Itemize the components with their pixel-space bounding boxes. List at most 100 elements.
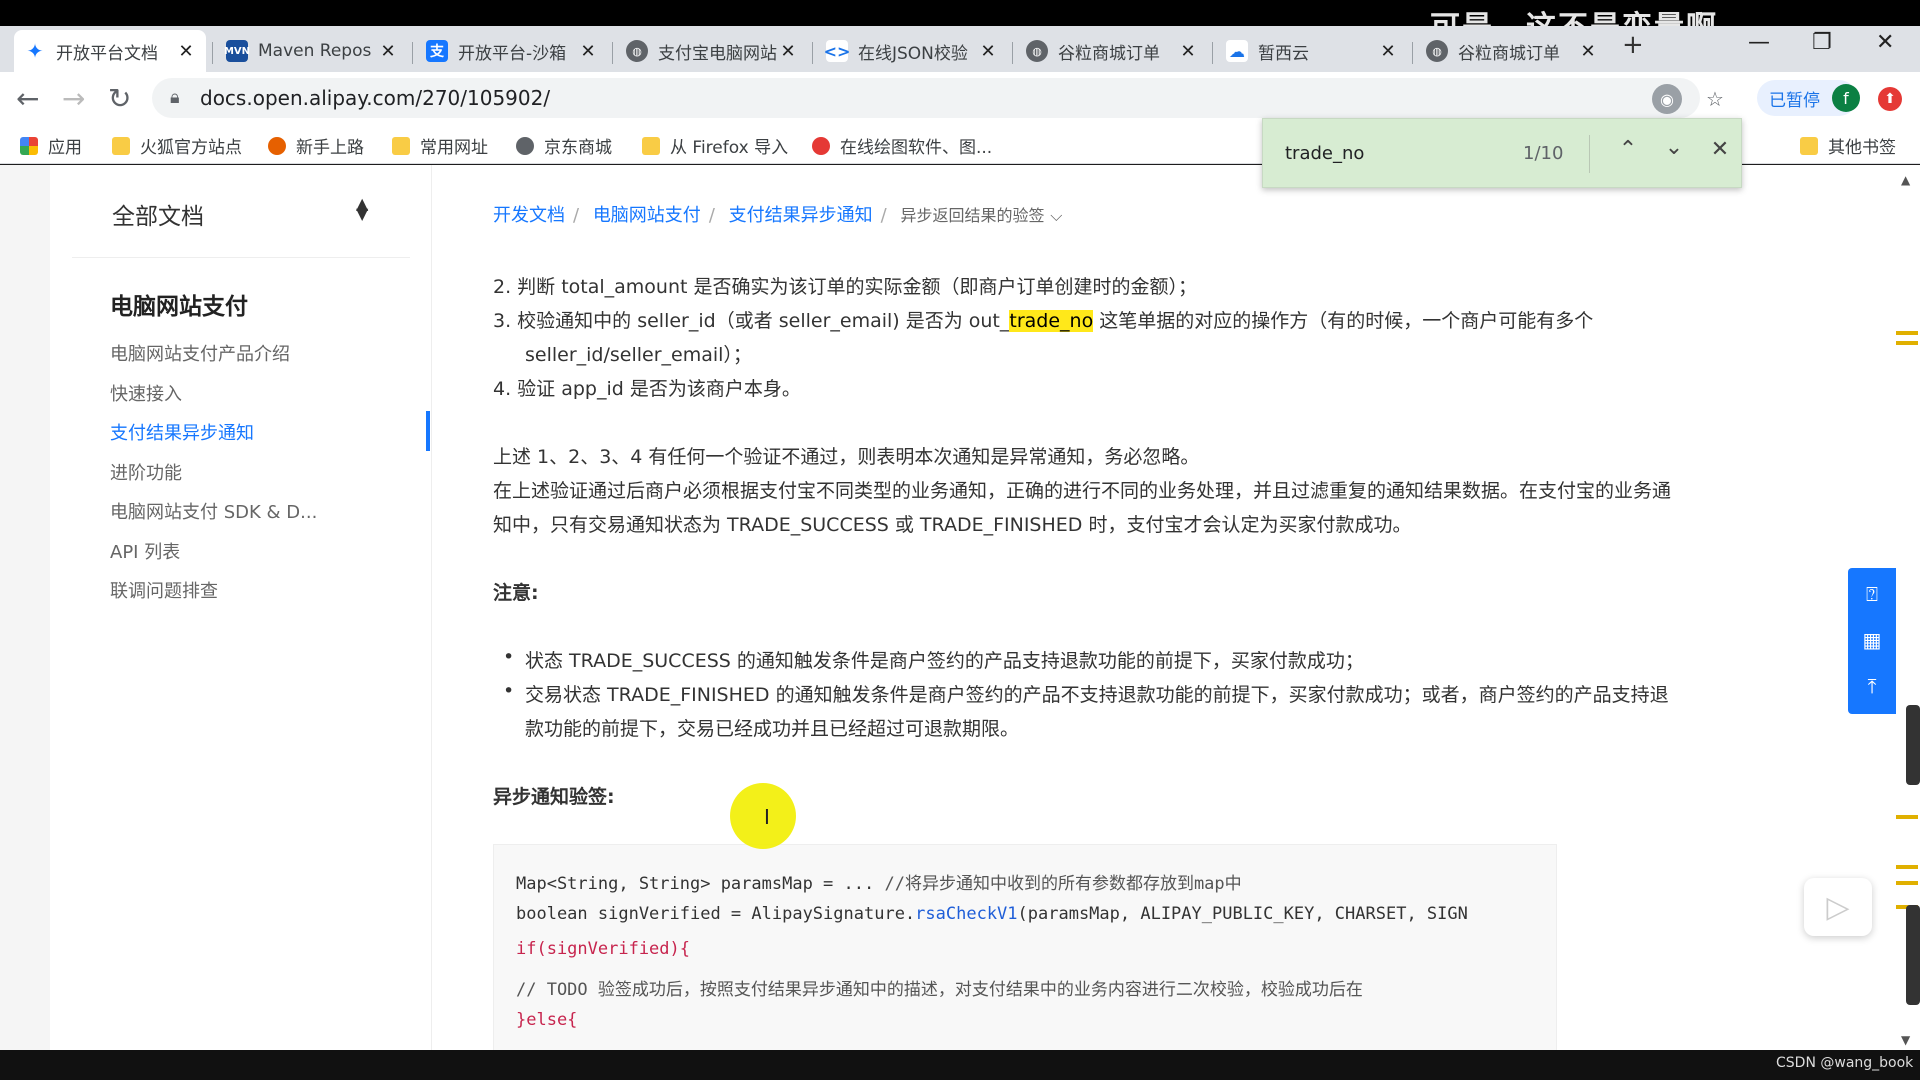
bookmark-getting-started[interactable]: 新手上路 bbox=[268, 133, 364, 158]
breadcrumb: 开发文档 / 电脑网站支付 / 支付结果异步通知 / 异步返回结果的验签 ⌵ bbox=[493, 201, 1073, 227]
search-lens-icon[interactable]: ◉ bbox=[1652, 84, 1682, 114]
watermark: CSDN @wang_book bbox=[1776, 1055, 1914, 1071]
breadcrumb-link[interactable]: 电脑网站支付 bbox=[593, 205, 701, 226]
breadcrumb-link[interactable]: 支付结果异步通知 bbox=[729, 205, 873, 226]
folder-icon bbox=[1800, 136, 1818, 155]
check-item-2: 2. 判断 total_amount 是否确实为该订单的实际金额（即商户订单创建… bbox=[493, 276, 1198, 298]
code-line: if(signVerified){ bbox=[516, 939, 690, 959]
alipay-icon: 支 bbox=[426, 40, 448, 62]
profile-avatar[interactable]: f bbox=[1832, 84, 1860, 112]
forward-arrow-icon[interactable]: → bbox=[62, 82, 85, 115]
tab-alipay-docs[interactable]: ✦ 开放平台文档 ✕ bbox=[14, 30, 206, 72]
reload-icon[interactable]: ↻ bbox=[108, 82, 131, 115]
qr-code-icon[interactable]: ▦ bbox=[1860, 628, 1884, 652]
bookmark-jd[interactable]: 京东商城 bbox=[516, 133, 612, 158]
find-input[interactable]: trade_no bbox=[1285, 143, 1364, 164]
paragraph: 在上述验证通过后商户必须根据支付宝不同类型的业务通知，正确的进行不同的业务处理，… bbox=[493, 480, 1672, 502]
note-heading: 注意: bbox=[493, 582, 539, 604]
new-tab-button[interactable]: + bbox=[1622, 30, 1644, 60]
browser-window: 可是，这不是变量啊 ✦ 开放平台文档 ✕ MVN Maven Repos ✕ 支… bbox=[0, 0, 1920, 1080]
tab-maven[interactable]: MVN Maven Repos ✕ bbox=[216, 30, 408, 72]
bookmark-drawing[interactable]: 在线绘图软件、图... bbox=[812, 133, 992, 158]
sidebar-item-async-notify[interactable]: 支付结果异步通知 bbox=[110, 419, 254, 445]
back-arrow-icon[interactable]: ← bbox=[16, 82, 39, 115]
note-bullet: 状态 TRADE_SUCCESS 的通知触发条件是商户签约的产品支持退款功能的前… bbox=[503, 646, 1364, 673]
sidebar-item-intro[interactable]: 电脑网站支付产品介绍 bbox=[110, 340, 290, 366]
verify-heading: 异步通知验签: bbox=[493, 786, 615, 808]
bookmark-firefox-site[interactable]: 火狐官方站点 bbox=[112, 133, 242, 158]
browser-toolbar: ← → ↻ 🔒︎ docs.open.alipay.com/270/105902… bbox=[0, 72, 1920, 124]
tab-sandbox[interactable]: 支 开放平台-沙箱 ✕ bbox=[416, 30, 608, 72]
cursor-highlight bbox=[730, 783, 796, 849]
find-match-count: 1/10 bbox=[1523, 143, 1564, 164]
sidebar-item-advanced[interactable]: 进阶功能 bbox=[110, 459, 182, 485]
note-bullet-cont: 款功能的前提下，交易已经成功并且已经超过可退款期限。 bbox=[525, 718, 1020, 740]
text-cursor-icon: I bbox=[764, 805, 770, 829]
firefox-icon bbox=[268, 136, 286, 155]
check-item-4: 4. 验证 app_id 是否为该商户本身。 bbox=[493, 378, 801, 400]
breadcrumb-link[interactable]: 开发文档 bbox=[493, 205, 565, 226]
scroll-down-icon[interactable]: ▼ bbox=[1901, 1033, 1910, 1047]
video-bottom-bar: CSDN @wang_book bbox=[0, 1050, 1920, 1080]
bookmark-common-sites[interactable]: 常用网址 bbox=[392, 133, 488, 158]
globe-icon: ◍ bbox=[626, 40, 648, 62]
back-to-top-icon[interactable]: ⤒ bbox=[1860, 674, 1884, 698]
folder-icon bbox=[392, 136, 410, 155]
code-line: boolean signVerified = AlipaySignature.r… bbox=[516, 904, 1468, 924]
sidebar-item-quickstart[interactable]: 快速接入 bbox=[110, 380, 182, 406]
drawing-app-icon bbox=[812, 136, 830, 155]
lock-icon: 🔒︎ bbox=[170, 87, 180, 108]
minimize-button[interactable]: — bbox=[1748, 30, 1770, 55]
close-icon[interactable]: ✕ bbox=[378, 41, 398, 62]
tab-mall-order-2[interactable]: ◍ 谷粒商城订单 ✕ bbox=[1416, 30, 1608, 72]
folder-icon bbox=[112, 136, 130, 155]
close-icon[interactable]: ✕ bbox=[978, 41, 998, 62]
breadcrumb-current[interactable]: 异步返回结果的验签 bbox=[900, 206, 1044, 225]
doc-content: 开发文档 / 电脑网站支付 / 支付结果异步通知 / 异步返回结果的验签 ⌵ 2. 判… bbox=[433, 165, 1845, 1050]
scroll-up-icon[interactable]: ▲ bbox=[1901, 173, 1910, 187]
url-text[interactable]: docs.open.alipay.com/270/105902/ bbox=[200, 86, 550, 110]
code-line: Map<String, String> paramsMap = ... //将异… bbox=[516, 874, 1242, 894]
play-icon[interactable]: ▷ bbox=[1804, 878, 1872, 936]
tab-alipay-pc[interactable]: ◍ 支付宝电脑网站 ✕ bbox=[616, 30, 808, 72]
note-bullet: 交易状态 TRADE_FINISHED 的通知触发条件是商户签约的产品不支持退款… bbox=[503, 680, 1669, 707]
extension-icon[interactable]: ⬆ bbox=[1878, 87, 1902, 111]
find-bar: trade_no 1/10 ⌃ ⌄ ✕ bbox=[1262, 118, 1742, 188]
find-close-button[interactable]: ✕ bbox=[1705, 137, 1735, 162]
close-icon[interactable]: ✕ bbox=[1578, 41, 1598, 62]
page-scrollbar[interactable]: ▲ ▼ bbox=[1896, 165, 1920, 1050]
close-icon[interactable]: ✕ bbox=[1378, 41, 1398, 62]
folder-icon bbox=[642, 136, 660, 155]
close-icon[interactable]: ✕ bbox=[778, 41, 798, 62]
doc-scope-select[interactable]: 全部文档 bbox=[112, 197, 204, 231]
docs-sidebar: 全部文档 ▲ ▼ 电脑网站支付 电脑网站支付产品介绍 快速接入 支付结果异步通知 … bbox=[50, 165, 432, 1050]
tab-cloud[interactable]: ☁ 暂西云 ✕ bbox=[1216, 30, 1408, 72]
close-icon[interactable]: ✕ bbox=[578, 41, 598, 62]
scrollbar-thumb[interactable] bbox=[1906, 705, 1920, 785]
window-close-button[interactable]: ✕ bbox=[1876, 30, 1894, 55]
find-previous-button[interactable]: ⌃ bbox=[1613, 137, 1643, 162]
address-bar[interactable]: 🔒︎ docs.open.alipay.com/270/105902/ ◉ ☆ bbox=[152, 78, 1724, 118]
check-item-3: 3. 校验通知中的 seller_id（或者 seller_email) 是否为… bbox=[493, 310, 1594, 332]
mvn-icon: MVN bbox=[224, 40, 250, 62]
bookmark-other[interactable]: 其他书签 bbox=[1800, 133, 1896, 158]
bookmark-star-icon[interactable]: ☆ bbox=[1700, 84, 1730, 114]
tab-mall-order-1[interactable]: ◍ 谷粒商城订单 ✕ bbox=[1016, 30, 1208, 72]
active-indicator bbox=[426, 411, 430, 451]
bookmark-apps[interactable]: 应用 bbox=[20, 133, 82, 158]
sidebar-item-troubleshoot[interactable]: 联调问题排查 bbox=[110, 577, 218, 603]
restore-button[interactable]: ❐ bbox=[1812, 30, 1832, 55]
chevron-down-icon[interactable]: ⌵ bbox=[1050, 206, 1062, 225]
close-icon[interactable]: ✕ bbox=[1178, 41, 1198, 62]
sort-toggle-icon[interactable]: ▲ ▼ bbox=[356, 196, 368, 222]
feedback-icon[interactable]: ⍰ bbox=[1860, 582, 1884, 606]
sidebar-item-api-list[interactable]: API 列表 bbox=[110, 538, 180, 564]
sidebar-item-sdk[interactable]: 电脑网站支付 SDK & D... bbox=[110, 498, 317, 524]
bookmark-firefox-import[interactable]: 从 Firefox 导入 bbox=[642, 133, 788, 158]
tab-json[interactable]: <> 在线JSON校验 ✕ bbox=[816, 30, 1008, 72]
paragraph: 知中，只有交易通知状态为 TRADE_SUCCESS 或 TRADE_FINIS… bbox=[493, 514, 1412, 536]
globe-icon: ◍ bbox=[1026, 40, 1048, 62]
cloud-icon: ☁ bbox=[1226, 40, 1248, 62]
find-next-button[interactable]: ⌄ bbox=[1659, 135, 1689, 160]
close-icon[interactable]: ✕ bbox=[176, 41, 196, 62]
